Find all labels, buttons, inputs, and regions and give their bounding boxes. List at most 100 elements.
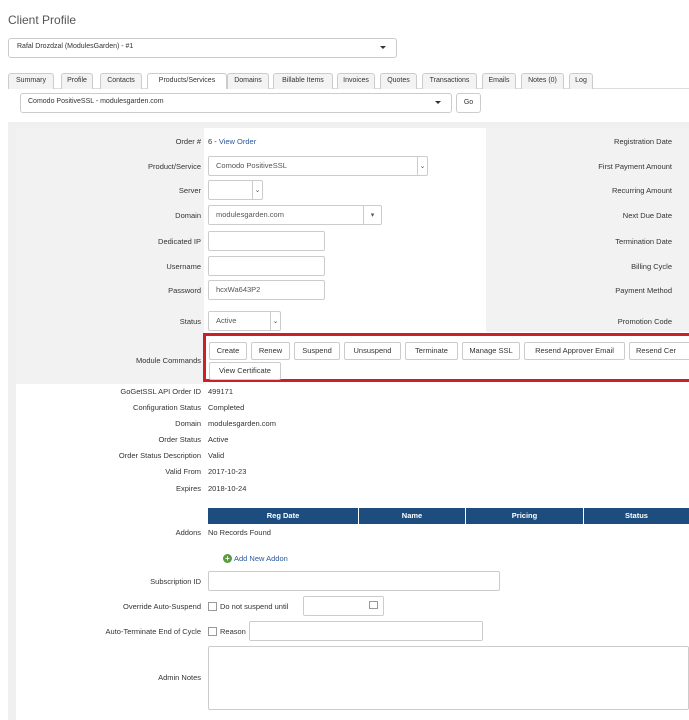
resend-approver-email-button[interactable]: Resend Approver Email [524, 342, 625, 360]
dedicated-ip-input[interactable] [208, 231, 325, 251]
product-label: Product/Service [148, 162, 201, 171]
username-label: Username [166, 262, 201, 271]
create-button[interactable]: Create [209, 342, 247, 360]
tab-products-services[interactable]: Products/Services [147, 73, 227, 90]
admin-notes-textarea[interactable] [208, 646, 689, 710]
view-order-link[interactable]: View Order [219, 137, 256, 146]
tab-transactions[interactable]: Transactions [422, 73, 477, 89]
chevron-down-icon [435, 101, 441, 104]
column-header[interactable]: Pricing [466, 508, 584, 524]
info-label: Domain [175, 419, 201, 428]
override-auto-suspend-label: Override Auto-Suspend [123, 602, 201, 611]
info-value: Valid [208, 451, 225, 460]
suspend-until-date-input[interactable] [303, 596, 384, 616]
unsuspend-button[interactable]: Unsuspend [344, 342, 401, 360]
product-select[interactable]: Comodo PositiveSSL ⌄ [208, 156, 428, 176]
promotion-code-label: Promotion Code [617, 317, 672, 326]
column-header[interactable]: Reg Date [208, 508, 359, 524]
info-value: Active [208, 435, 229, 444]
password-input[interactable]: hcxWa643P2 [208, 280, 325, 300]
info-label: Configuration Status [133, 403, 201, 412]
info-label: GoGetSSL API Order ID [120, 387, 201, 396]
info-label: Order Status [158, 435, 201, 444]
service-select[interactable]: Comodo PositiveSSL - modulesgarden.com [20, 93, 452, 113]
client-select-value: Rafal Drozdzal (ModulesGarden) - #1 [17, 43, 134, 50]
tab-bar: Summary Profile Contacts Products/Servic… [8, 73, 689, 90]
status-label: Status [179, 317, 201, 326]
next-due-date-label: Next Due Date [622, 211, 672, 220]
tab-summary[interactable]: Summary [8, 73, 54, 89]
order-label: Order # [175, 137, 201, 146]
registration-date-label: Registration Date [614, 137, 672, 146]
chevron-down-icon: ⌄ [270, 312, 280, 330]
server-select[interactable]: ⌄ [208, 180, 263, 200]
override-suspend-text: Do not suspend until [220, 602, 289, 611]
view-certificate-button[interactable]: View Certificate [209, 362, 281, 380]
billing-cycle-label: Billing Cycle [631, 262, 672, 271]
dedicated-ip-label: Dedicated IP [158, 237, 201, 246]
info-value: 2017-10-23 [208, 467, 247, 476]
chevron-down-icon: ⌄ [417, 157, 427, 175]
terminate-reason-input[interactable] [249, 621, 483, 641]
server-label: Server [178, 186, 201, 195]
subscription-id-label: Subscription ID [150, 577, 201, 586]
termination-date-label: Termination Date [615, 237, 672, 246]
password-value: hcxWa643P2 [216, 285, 261, 294]
tab-log[interactable]: Log [569, 73, 593, 89]
client-select[interactable]: Rafal Drozdzal (ModulesGarden) - #1 [8, 38, 397, 58]
addons-label: Addons [175, 528, 201, 537]
info-value: 499171 [208, 387, 234, 396]
renew-button[interactable]: Renew [251, 342, 290, 360]
auto-terminate-checkbox[interactable] [208, 627, 217, 636]
column-header[interactable]: Status [584, 508, 689, 524]
recurring-amount-label: Recurring Amount [611, 186, 672, 195]
plus-icon: + [223, 554, 232, 563]
tab-notes[interactable]: Notes (0) [521, 73, 564, 89]
chevron-down-icon: ⌄ [252, 181, 262, 199]
tab-profile[interactable]: Profile [61, 73, 93, 89]
info-value: Completed [208, 403, 245, 412]
tab-contacts[interactable]: Contacts [100, 73, 142, 89]
tab-quotes[interactable]: Quotes [380, 73, 417, 89]
resend-certificate-button[interactable]: Resend Cer [629, 342, 689, 360]
addons-table-header: Reg Date Name Pricing Status [208, 508, 689, 524]
right-label-column [486, 128, 689, 332]
terminate-button[interactable]: Terminate [405, 342, 458, 360]
product-select-value: Comodo PositiveSSL [216, 161, 287, 170]
auto-terminate-text: Reason [220, 627, 246, 636]
auto-terminate-label: Auto-Terminate End of Cycle [105, 627, 201, 636]
tab-emails[interactable]: Emails [482, 73, 516, 89]
go-button[interactable]: Go [456, 93, 481, 113]
payment-method-label: Payment Method [615, 286, 672, 295]
no-records-text: No Records Found [208, 528, 271, 537]
order-value: 6 - View Order [208, 137, 256, 146]
tab-billable-items[interactable]: Billable Items [273, 73, 333, 89]
chevron-down-icon[interactable]: ▾ [363, 206, 381, 224]
username-input[interactable] [208, 256, 325, 276]
domain-input-value: modulesgarden.com [216, 210, 284, 219]
column-header[interactable]: Name [359, 508, 466, 524]
calendar-icon[interactable] [369, 601, 378, 609]
manage-ssl-button[interactable]: Manage SSL [462, 342, 520, 360]
info-label: Order Status Description [118, 451, 201, 460]
tab-invoices[interactable]: Invoices [337, 73, 375, 89]
status-select[interactable]: Active ⌄ [208, 311, 281, 331]
suspend-button[interactable]: Suspend [294, 342, 340, 360]
info-label: Valid From [165, 467, 201, 476]
domain-input[interactable]: modulesgarden.com ▾ [208, 205, 382, 225]
domain-label: Domain [175, 211, 201, 220]
module-commands-label: Module Commands [135, 356, 201, 365]
admin-notes-label: Admin Notes [158, 673, 201, 682]
add-new-addon-link[interactable]: Add New Addon [234, 554, 288, 563]
tab-domains[interactable]: Domains [227, 73, 269, 89]
subscription-id-input[interactable] [208, 571, 500, 591]
page-title: Client Profile [8, 13, 77, 27]
first-payment-label: First Payment Amount [598, 162, 672, 171]
override-suspend-checkbox[interactable] [208, 602, 217, 611]
chevron-down-icon [380, 46, 386, 49]
order-number: 6 - [208, 137, 219, 146]
status-select-value: Active [216, 316, 237, 325]
service-select-value: Comodo PositiveSSL - modulesgarden.com [28, 98, 164, 105]
info-value: 2018-10-24 [208, 484, 247, 493]
info-label: Expires [175, 484, 201, 493]
